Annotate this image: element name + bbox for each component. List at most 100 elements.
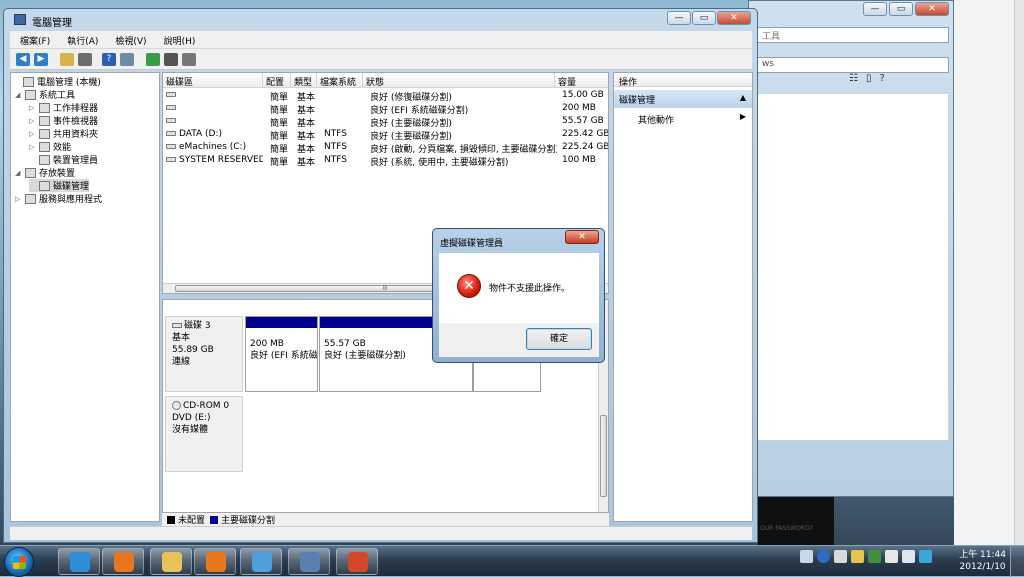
back-arrow-icon[interactable]: ◀ xyxy=(16,53,30,66)
bg-search-box[interactable]: ws xyxy=(757,57,949,73)
title-bar[interactable]: 電腦管理 — ▭ ✕ xyxy=(4,9,757,31)
volume-list-header: 磁碟區 配置 類型 檔案系統 狀態 容量 xyxy=(163,73,608,88)
tree-expander[interactable]: ▷ xyxy=(29,104,36,112)
bg-maximize-button[interactable]: ▭ xyxy=(889,2,913,16)
column-header-capacity[interactable]: 容量 xyxy=(555,73,608,88)
console-tree: 電腦管理 (本機) ◢ 系統工具 ▷ 工作排程器 ▷ 事件檢視器 ▷ 共用資料夾 ▷ 效能… xyxy=(10,72,160,522)
right-edge-scrollbar[interactable] xyxy=(1014,0,1024,545)
tray-device-icon[interactable] xyxy=(885,550,898,563)
volume-name: eMachines (C:) xyxy=(163,141,263,153)
firefox-icon xyxy=(114,552,134,572)
tree-expander[interactable]: ▷ xyxy=(29,117,36,125)
show-desktop-button[interactable] xyxy=(1010,546,1024,577)
action-more-actions[interactable]: 其他動作 ▶ xyxy=(614,108,752,131)
help-icon[interactable]: ? xyxy=(102,53,116,66)
tray-expand-icon[interactable] xyxy=(800,550,813,563)
bg-close-button[interactable]: ✕ xyxy=(915,2,949,16)
close-button[interactable]: ✕ xyxy=(717,11,751,25)
volume-drive-icon xyxy=(166,92,176,97)
menu-help[interactable]: 說明(H) xyxy=(154,31,203,48)
table-row[interactable]: SYSTEM RESERVED 簡單 基本 NTFS 良好 (系統, 使用中, … xyxy=(163,154,608,168)
volume-filesystem: NTFS xyxy=(324,155,347,165)
taskbar-app-remote[interactable] xyxy=(240,548,282,575)
volume-name xyxy=(163,102,263,114)
minimize-button[interactable]: — xyxy=(667,11,691,25)
forward-arrow-icon[interactable]: ▶ xyxy=(34,53,48,66)
bg-address-bar[interactable]: 工具 xyxy=(757,27,949,43)
scroll-grip: III xyxy=(382,285,388,292)
tree-expander[interactable]: ▷ xyxy=(29,143,36,151)
console-icon[interactable] xyxy=(120,53,134,66)
tree-item-event-viewer[interactable]: ▷ 事件檢視器 xyxy=(29,114,98,127)
table-row[interactable]: 簡單 基本 良好 (主要磁碟分割) 55.57 GB xyxy=(163,115,608,129)
menu-view[interactable]: 檢視(V) xyxy=(105,31,153,48)
column-header-layout[interactable]: 配置 xyxy=(263,73,291,88)
dialog-body: ✕ 物件不支援此操作。 xyxy=(439,253,599,323)
refresh-icon[interactable] xyxy=(146,53,160,66)
ok-button[interactable]: 確定 xyxy=(526,328,592,350)
tray-dropbox-icon[interactable] xyxy=(919,550,932,563)
tray-security-icon[interactable] xyxy=(868,550,881,563)
table-row[interactable]: 簡單 基本 良好 (EFI 系統磁碟分割) 200 MB xyxy=(163,102,608,116)
collapse-icon[interactable]: ▲ xyxy=(740,93,746,102)
bg-minimize-button[interactable]: — xyxy=(863,2,887,16)
tree-expander[interactable]: ▷ xyxy=(29,130,36,138)
start-button[interactable] xyxy=(4,547,34,577)
dialog-title: 虛擬磁碟管理員 xyxy=(440,239,504,249)
disk-3-label[interactable]: 磁碟 3 基本 55.89 GB 連線 xyxy=(165,316,243,392)
menu-action[interactable]: 執行(A) xyxy=(57,31,105,48)
column-header-type[interactable]: 類型 xyxy=(291,73,317,88)
tree-item-device-manager[interactable]: 裝置管理員 xyxy=(29,153,98,166)
taskbar-app-firefox-2[interactable] xyxy=(194,548,236,575)
properties-icon[interactable] xyxy=(164,53,178,66)
vscroll-thumb[interactable] xyxy=(600,415,607,497)
tree-expander[interactable]: ▷ xyxy=(15,195,22,203)
tree-expander[interactable]: ◢ xyxy=(15,169,22,177)
tree-item-performance[interactable]: ▷ 效能 xyxy=(29,140,71,153)
menu-file[interactable]: 檔案(F) xyxy=(10,31,57,48)
tray-update-icon[interactable] xyxy=(851,550,864,563)
caption-buttons: — ▭ ✕ xyxy=(667,11,751,25)
column-header-volume[interactable]: 磁碟區 xyxy=(163,73,263,88)
actions-pane: 操作 磁碟管理 ▲ 其他動作 ▶ xyxy=(613,72,753,522)
error-dialog: 虛擬磁碟管理員 ✕ ✕ 物件不支援此操作。 確定 xyxy=(432,228,605,363)
column-header-status[interactable]: 狀態 xyxy=(363,73,555,88)
tree-item-computer-management[interactable]: 電腦管理 (本機) xyxy=(13,75,101,88)
column-header-filesystem[interactable]: 檔案系統 xyxy=(317,73,363,88)
maximize-button[interactable]: ▭ xyxy=(692,11,716,25)
taskbar-app-ie[interactable] xyxy=(58,548,100,575)
help-icon[interactable]: ? xyxy=(879,73,884,84)
table-row[interactable]: 簡單 基本 良好 (修復磁碟分割) 15.00 GB xyxy=(163,89,608,103)
taskbar-app-firefox[interactable] xyxy=(102,548,144,575)
preview-pane-icon[interactable]: ▯ xyxy=(866,73,872,84)
tray-network-icon[interactable] xyxy=(834,550,847,563)
volume-drive-icon xyxy=(166,105,176,110)
dialog-close-button[interactable]: ✕ xyxy=(565,230,599,244)
up-folder-icon[interactable] xyxy=(60,53,74,66)
volume-filesystem xyxy=(321,102,327,104)
table-row[interactable]: eMachines (C:) 簡單 基本 NTFS 良好 (啟動, 分頁檔案, … xyxy=(163,141,608,155)
actions-section-disk-management[interactable]: 磁碟管理 ▲ xyxy=(614,90,752,108)
tray-help-icon[interactable] xyxy=(817,550,830,563)
volume-capacity: 15.00 GB xyxy=(562,90,604,100)
tray-volume-icon[interactable] xyxy=(902,550,915,563)
tree-item-task-scheduler[interactable]: ▷ 工作排程器 xyxy=(29,101,98,114)
tree-item-disk-management[interactable]: 磁碟管理 xyxy=(29,179,90,192)
taskbar-app-powerpoint[interactable] xyxy=(336,548,378,575)
taskbar-clock[interactable]: 上午 11:44 2012/1/10 xyxy=(959,549,1006,573)
volume-name xyxy=(163,115,263,127)
show-hide-tree-icon[interactable] xyxy=(78,53,92,66)
taskbar-app-explorer[interactable] xyxy=(150,548,192,575)
tree-expander[interactable]: ◢ xyxy=(15,91,22,99)
status-bar xyxy=(10,526,752,540)
disk-settings-icon[interactable] xyxy=(182,53,196,66)
partition-efi[interactable]: 200 MB 良好 (EFI 系統磁 xyxy=(245,316,318,392)
cdrom-0-label[interactable]: CD-ROM 0 DVD (E:) 沒有媒體 xyxy=(165,396,243,472)
table-row[interactable]: DATA (D:) 簡單 基本 NTFS 良好 (主要磁碟分割) 225.42 … xyxy=(163,128,608,142)
tree-item-shared-folders[interactable]: ▷ 共用資料夾 xyxy=(29,127,98,140)
tree-item-storage[interactable]: ◢ 存放裝置 xyxy=(15,166,75,179)
tree-item-system-tools[interactable]: ◢ 系統工具 xyxy=(15,88,75,101)
view-icon[interactable]: ☷ xyxy=(849,73,858,84)
taskbar-app-computer-management[interactable] xyxy=(288,548,330,575)
tree-item-services-applications[interactable]: ▷ 服務與應用程式 xyxy=(15,192,102,205)
